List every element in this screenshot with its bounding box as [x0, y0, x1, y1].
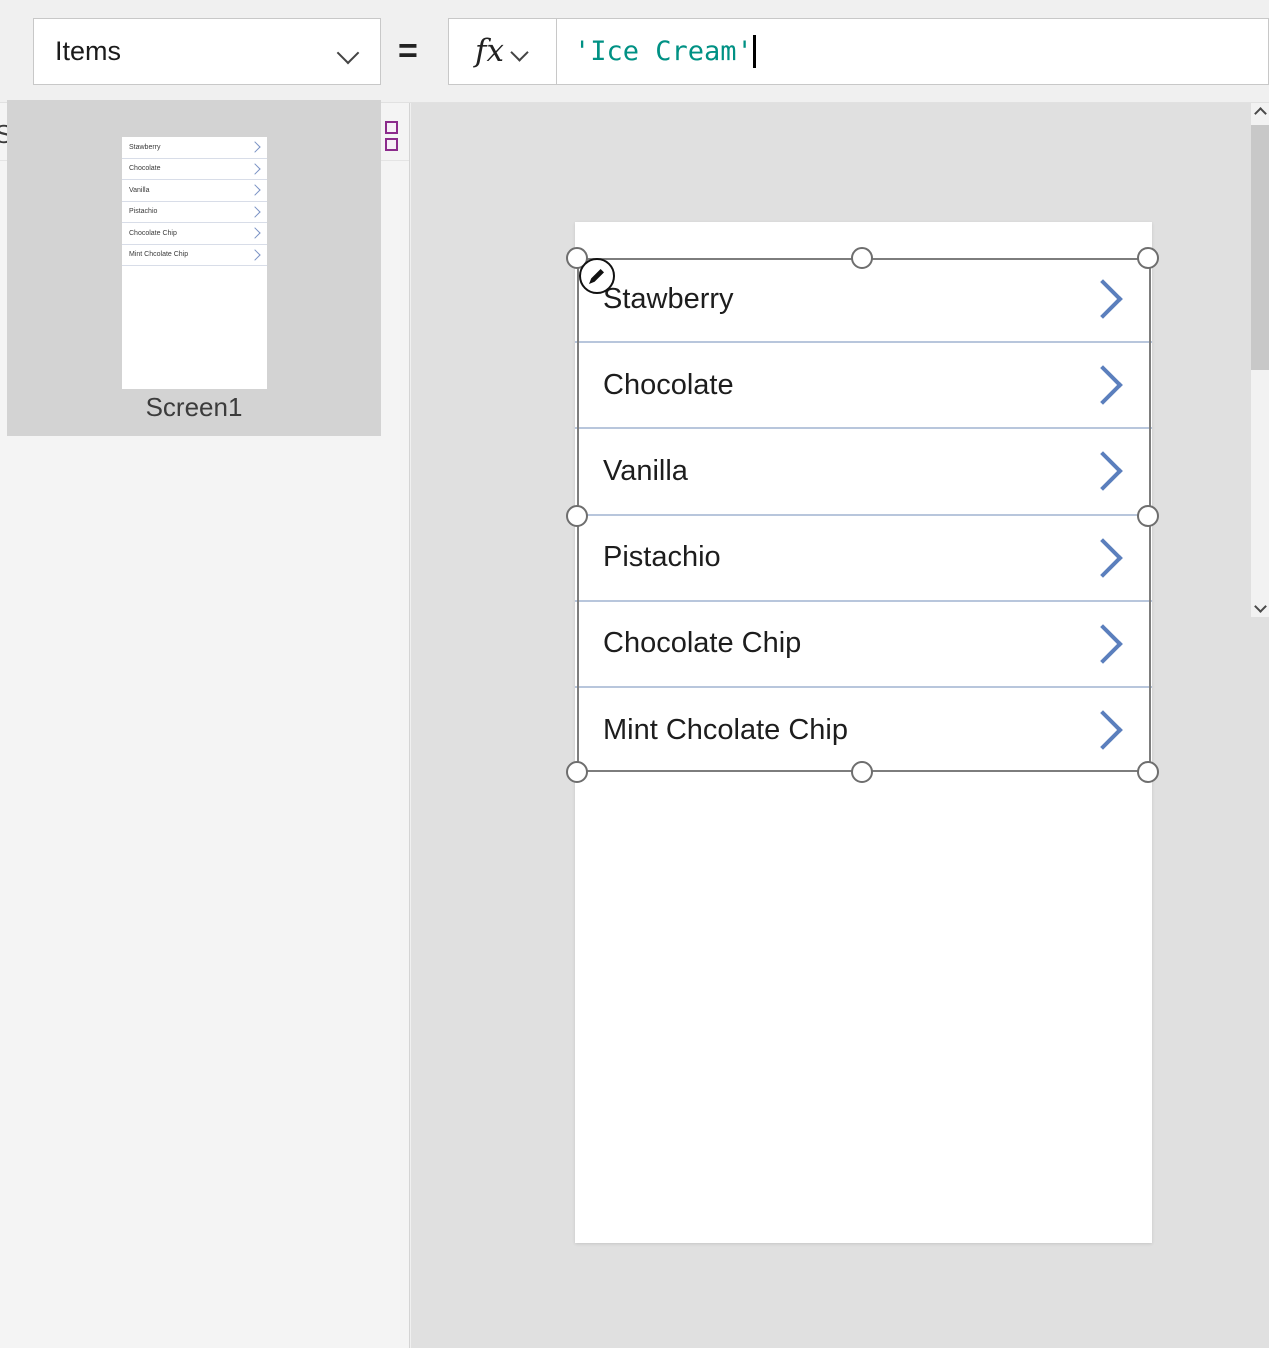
thumbnail-row: Pistachio — [122, 202, 267, 223]
resize-handle-bottom-left[interactable] — [566, 761, 588, 783]
thumbnail-row-label: Chocolate Chip — [129, 229, 177, 237]
chevron-right-icon[interactable] — [1083, 537, 1123, 578]
scrollbar-thumb[interactable] — [1251, 125, 1269, 370]
thumbnail-row: Chocolate Chip — [122, 223, 267, 245]
thumbnail-row-label: Pistachio — [129, 208, 158, 216]
fx-expand-button[interactable]: fx — [448, 18, 557, 85]
canvas-area: Stawberry Chocolate Vanilla Pistachio Chocol… — [411, 103, 1269, 1348]
gallery-row[interactable]: Stawberry — [575, 257, 1152, 344]
gallery-scrollbar[interactable] — [1251, 103, 1269, 617]
property-select-label: Items — [55, 36, 122, 66]
resize-handle-bottom-right[interactable] — [1137, 761, 1159, 783]
grid-square — [385, 138, 398, 151]
chevron-right-icon — [249, 249, 261, 261]
gallery-control[interactable]: Stawberry Chocolate Vanilla Pistachio Chocol… — [575, 257, 1152, 771]
chevron-right-icon — [249, 206, 261, 218]
resize-handle-bottom-center[interactable] — [851, 761, 873, 783]
gallery-row-label: Chocolate Chip — [603, 627, 802, 660]
thumbnail-row-label: Vanilla — [129, 186, 150, 194]
gallery-row-label: Mint Chcolate Chip — [603, 713, 848, 746]
thumbnail-row: Mint Chcolate Chip — [122, 245, 267, 266]
resize-handle-middle-left[interactable] — [566, 505, 588, 527]
thumbnail-row: Chocolate — [122, 159, 267, 180]
formula-text: 'Ice Cream' — [574, 36, 753, 67]
grid-square — [385, 121, 398, 134]
chevron-right-icon[interactable] — [1083, 451, 1123, 492]
gallery-row-label: Vanilla — [603, 454, 688, 487]
screen-thumbnail-label: Screen1 — [145, 392, 243, 422]
thumbnail-row: Vanilla — [122, 180, 267, 202]
thumbnail-row-label: Mint Chcolate Chip — [129, 251, 189, 259]
gallery-row[interactable]: Pistachio — [575, 516, 1152, 602]
gallery-row-label: Chocolate — [603, 368, 734, 401]
screen-thumbnail-card[interactable]: Stawberry Chocolate Vanilla Pistachio Chocol… — [7, 100, 381, 436]
equals-sign: = — [398, 32, 418, 70]
gallery-row[interactable]: Chocolate — [575, 343, 1152, 430]
chevron-right-icon[interactable] — [1083, 624, 1123, 664]
formula-input[interactable]: 'Ice Cream' — [557, 18, 1269, 85]
gallery-row[interactable]: Chocolate Chip — [575, 602, 1152, 688]
pencil-icon — [589, 269, 604, 284]
formula-bar: Items = fx 'Ice Cream' — [0, 0, 1269, 103]
resize-handle-middle-right[interactable] — [1137, 505, 1159, 527]
chevron-right-icon[interactable] — [1083, 279, 1123, 319]
gallery-row-label: Pistachio — [603, 541, 721, 574]
thumbnail-row-label: Chocolate — [129, 165, 161, 173]
property-select[interactable]: Items — [33, 18, 381, 85]
chevron-right-icon[interactable] — [1083, 365, 1123, 406]
gallery-row[interactable]: Mint Chcolate Chip — [575, 688, 1152, 771]
gallery-row[interactable]: Vanilla — [575, 429, 1152, 516]
chevron-down-icon — [336, 39, 362, 65]
chevron-right-icon — [249, 141, 261, 153]
thumbnail-row-label: Stawberry — [129, 143, 161, 151]
scroll-up-arrow-icon[interactable] — [1251, 103, 1269, 121]
screen-thumbnail-preview: Stawberry Chocolate Vanilla Pistachio Chocol… — [122, 137, 267, 389]
chevron-down-icon — [510, 42, 530, 62]
resize-handle-top-center[interactable] — [851, 247, 873, 269]
pencil-edit-badge[interactable] — [579, 258, 615, 294]
fx-icon: fx — [475, 33, 504, 69]
resize-handle-top-right[interactable] — [1137, 247, 1159, 269]
text-caret — [752, 35, 756, 68]
chevron-right-icon — [249, 227, 261, 239]
scroll-down-arrow-icon[interactable] — [1251, 599, 1269, 617]
thumbnail-row: Stawberry — [122, 137, 267, 159]
chevron-right-icon[interactable] — [1083, 710, 1123, 750]
chevron-right-icon — [249, 184, 261, 196]
power-apps-studio: Items = fx 'Ice Cream' Screens Stawberry… — [0, 0, 1269, 1348]
chevron-right-icon — [249, 163, 261, 175]
